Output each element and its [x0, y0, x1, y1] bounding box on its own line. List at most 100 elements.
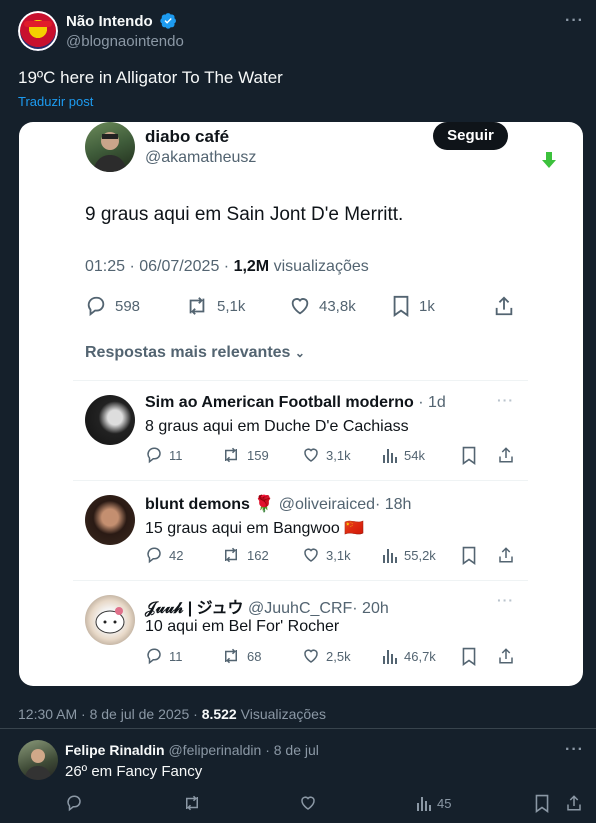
screenshot-like-count: 43,8k [319, 297, 356, 315]
heart-icon [304, 649, 318, 663]
reply-text: 15 graus aqui em Bangwoo 🇨🇳 [145, 520, 365, 537]
reply-reply-count: 11 [169, 648, 183, 664]
reply-like-stat: 3,1k [302, 446, 351, 464]
reply-like-count: 3,1k [326, 447, 351, 463]
reply-time: · 20h [352, 600, 389, 617]
tweet-text: 19ºC here in Alligator To The Water [18, 68, 283, 87]
reply-repost-stat: 162 [221, 546, 269, 564]
reply-reply-stat: 42 [145, 546, 183, 564]
views-icon [383, 549, 397, 563]
reply-time: · 18h [374, 496, 412, 513]
reply-header: Sim ao American Football moderno · 1d [145, 394, 446, 412]
reply-views-count: 55,2k [404, 547, 436, 563]
reply-more-options-icon[interactable]: ··· [565, 741, 584, 759]
screenshot-views-label: visualizações [273, 258, 369, 275]
reply-views-stat: 46,7k [382, 647, 436, 665]
screenshot-author-avatar [85, 122, 135, 172]
screenshot-like-stat: 43,8k [289, 295, 356, 317]
tweet-timestamp[interactable]: 12:30 AM · 8 de jul de 2025 · [18, 706, 198, 722]
divider [73, 380, 528, 381]
reply-like-count: 2,5k [326, 648, 351, 664]
screenshot-repost-stat: 5,1k [185, 295, 245, 317]
screenshot-bookmark-stat: 1k [391, 295, 435, 317]
author-name[interactable]: Não Intendo [66, 13, 153, 30]
reply-repost-count: 162 [247, 547, 269, 563]
share-icon [495, 296, 513, 316]
share-icon [499, 447, 513, 463]
reply-author-name: blunt demons 🌹 [145, 496, 275, 513]
reply-header: blunt demons 🌹 @oliveiraiced· 18h [145, 494, 411, 514]
reply-text: 8 graus aqui em Duche D'e Cachiass [145, 418, 409, 435]
divider [73, 580, 528, 581]
share-icon [499, 648, 513, 664]
screenshot-meta: 01:25 · 06/07/2025 · 1,2M visualizações [85, 258, 369, 276]
follow-button: Seguir [433, 122, 508, 150]
bookmark-icon [462, 546, 476, 565]
reply-views-count: 45 [437, 795, 452, 811]
hello-kitty-icon [95, 607, 125, 634]
reply-reply-stat: 11 [145, 446, 183, 464]
heart-icon [301, 796, 315, 810]
reply-icon [147, 547, 161, 564]
author-handle[interactable]: @blognaointendo [66, 33, 184, 50]
reply-repost-stat: 68 [221, 647, 261, 665]
reply-text: 26º em Fancy Fancy [65, 763, 203, 780]
embedded-screenshot[interactable]: diabo café @akamatheusz Seguir 9 graus a… [19, 122, 583, 686]
avatar-logo-icon [18, 11, 58, 51]
person-photo-icon [24, 749, 52, 780]
screenshot-author-name: diabo café [145, 127, 230, 146]
bookmark-icon [393, 295, 409, 317]
reply-date[interactable]: · 8 de jul [265, 742, 319, 758]
more-options-icon[interactable]: ··· [565, 12, 584, 30]
divider [73, 480, 528, 481]
screenshot-repost-count: 5,1k [217, 297, 246, 315]
tweet-views-label: Visualizações [240, 706, 326, 722]
share-button[interactable] [565, 794, 583, 812]
reply-views-stat: 54k [382, 446, 425, 464]
reply-like-count: 3,1k [326, 547, 351, 563]
reply-author-name[interactable]: Felipe Rinaldin [65, 742, 165, 758]
repost-button[interactable] [182, 794, 202, 812]
repost-icon [225, 447, 237, 463]
reply-repost-count: 159 [247, 447, 269, 463]
views-icon [417, 797, 431, 811]
screenshot-tweet-text: 9 graus aqui em Sain Jont D'e Merritt. [85, 204, 404, 225]
like-button[interactable] [299, 794, 317, 812]
sort-replies-label: Respostas mais relevantes ⌄ [85, 344, 305, 362]
views-button[interactable]: 45 [416, 794, 451, 812]
reply-avatar [85, 495, 135, 545]
reply-reply-stat: 11 [145, 647, 183, 665]
translate-link[interactable]: Traduzir post [18, 94, 93, 109]
reply-avatar [85, 395, 135, 445]
bookmark-button[interactable] [534, 794, 550, 813]
green-down-arrow-icon [542, 152, 556, 168]
tweet-meta: 12:30 AM · 8 de jul de 2025 · 8.522 Visu… [18, 706, 326, 722]
reply-author-avatar[interactable] [18, 740, 58, 780]
reply-author-name: Sim ao American Football moderno [145, 394, 414, 411]
reply-handle: @JuuhC_CRF [248, 600, 353, 617]
reply-author-handle[interactable]: @feliperinaldin [168, 742, 261, 758]
author-name-row[interactable]: Não Intendo [66, 12, 177, 31]
reply-views-count: 46,7k [404, 648, 436, 664]
reply-handle: @oliveiraiced [278, 496, 375, 513]
screenshot-views-count: 1,2M [233, 258, 270, 275]
share-icon [567, 795, 581, 811]
screenshot-reply-stat: 598 [85, 295, 140, 317]
screenshot-author-handle: @akamatheusz [145, 149, 257, 166]
share-icon [499, 547, 513, 563]
reply-button[interactable] [65, 794, 83, 812]
heart-icon [304, 548, 318, 562]
reply-repost-count: 68 [247, 648, 262, 664]
screenshot-reply-count: 598 [115, 297, 141, 315]
reply-views-count: 54k [404, 447, 425, 463]
repost-icon [186, 795, 198, 811]
heart-icon [291, 298, 309, 315]
bookmark-icon [462, 446, 476, 465]
author-avatar[interactable] [18, 11, 58, 51]
reply-icon [67, 795, 81, 812]
views-icon [383, 449, 397, 463]
person-photo-icon [93, 132, 127, 172]
tweet-views-count: 8.522 [201, 706, 237, 722]
bookmark-icon [535, 794, 549, 813]
reply-like-stat: 2,5k [302, 647, 351, 665]
